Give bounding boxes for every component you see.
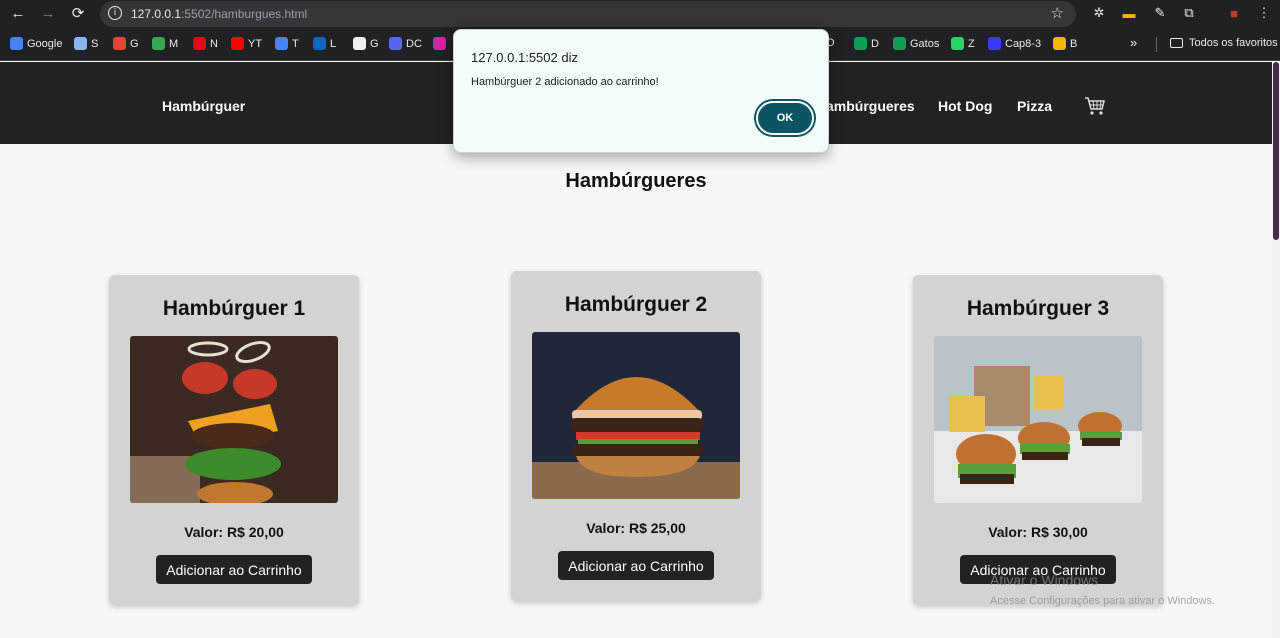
nav-pizza[interactable]: Pizza [1017,98,1052,114]
product-image [934,336,1142,503]
bookmark-gmail[interactable]: G [113,37,139,50]
scrollbar-thumb[interactable] [1273,62,1279,240]
activation-watermark-text: Acesse Configurações para ativar o Windo… [990,595,1215,607]
dialog-title: 127.0.0.1:5502 diz [471,50,578,65]
onedrive-icon [854,37,867,50]
product-price: Valor: R$ 20,00 [184,524,284,540]
s-icon [74,37,87,50]
bookmark-cap8-3[interactable]: Cap8-3 [988,37,1041,50]
bookmark-gatos[interactable]: Gatos [893,37,939,50]
bookmark-linkedin[interactable]: L [313,37,336,50]
dialog-ok-button[interactable]: OK [756,101,814,135]
profile-avatar-icon[interactable]: ■ [1226,5,1242,21]
forward-icon[interactable]: → [38,3,58,23]
instagram-icon [433,37,446,50]
bookmark-github[interactable]: G [353,37,379,50]
extensions-puzzle-icon[interactable]: ⧉ [1181,5,1197,21]
activation-watermark-title: Ativar o Windows [990,572,1099,588]
site-brand[interactable]: Hambúrguer [162,98,245,114]
whatsapp-icon [951,37,964,50]
back-icon[interactable]: ← [8,3,28,23]
b-icon [1053,37,1066,50]
cart-icon[interactable] [1084,96,1106,116]
product-price: Valor: R$ 30,00 [988,524,1088,540]
linkedin-icon [313,37,326,50]
alert-dialog: 127.0.0.1:5502 diz Hambúrguer 2 adiciona… [453,29,829,153]
page-title: Hambúrgueres [565,170,707,192]
bookmark-netflix[interactable]: N [193,37,218,50]
product-image [130,336,338,503]
product-card-2: Hambúrguer 2 Valor: R$ 25,00 Adicionar a… [511,271,761,601]
bookmark-youtube[interactable]: YT [231,37,262,50]
all-bookmarks[interactable]: Todos os favoritos [1170,37,1278,49]
product-name: Hambúrguer 2 [564,293,708,316]
gmail-icon [113,37,126,50]
more-bookmarks-icon[interactable]: » [1130,35,1137,50]
netflix-icon [193,37,206,50]
product-name: Hambúrguer 3 [966,297,1110,320]
address-bar[interactable]: i 127.0.0.1:5502/hamburgues.html ☆ [100,1,1076,27]
bookmark-whatsapp[interactable]: Z [951,37,975,50]
add-to-cart-button[interactable]: Adicionar ao Carrinho [558,551,714,580]
extension-gear-icon[interactable]: ✲ [1091,5,1107,21]
bookmark-s[interactable]: S [74,37,98,50]
reload-icon[interactable]: ⟳ [68,3,88,23]
url-text: 127.0.0.1:5502/hamburgues.html [131,7,308,21]
dialog-message: Hambúrguer 2 adicionado ao carrinho! [471,76,659,88]
folder-icon [1170,38,1183,48]
translate-icon [275,37,288,50]
bookmark-google[interactable]: Google [10,37,62,50]
bookmark-b[interactable]: B [1053,37,1077,50]
extension-folder-icon[interactable]: ▬ [1121,5,1137,21]
nav-hot-dog[interactable]: Hot Dog [938,98,992,114]
menu-kebab-icon[interactable]: ⋮ [1256,5,1272,21]
product-card-1: Hambúrguer 1 Valor: R$ 20,00 Adicionar a… [109,275,359,605]
nav-hamburgueres[interactable]: ambúrgueres [826,98,915,114]
bookmark-translate[interactable]: T [275,37,299,50]
discord-icon [389,37,402,50]
product-image [532,332,740,499]
site-info-icon[interactable]: i [108,6,122,20]
bookmark-onedrive[interactable]: D [854,37,879,50]
bookmark-maps[interactable]: M [152,37,178,50]
google-icon [10,37,23,50]
product-name: Hambúrguer 1 [162,297,306,320]
extension-pen-icon[interactable]: ✎ [1152,5,1168,21]
maps-icon [152,37,165,50]
bookmark-instagram[interactable] [433,37,450,50]
add-to-cart-button[interactable]: Adicionar ao Carrinho [156,555,312,584]
github-icon [353,37,366,50]
product-card-3: Hambúrguer 3 Valor: R$ 30,00 Adicionar a… [913,275,1163,605]
browser-toolbar: ← → ⟳ i 127.0.0.1:5502/hamburgues.html ☆… [0,0,1280,28]
sheets-icon [893,37,906,50]
cap8-icon [988,37,1001,50]
bookmark-star-icon[interactable]: ☆ [1051,4,1064,22]
product-price: Valor: R$ 25,00 [586,520,686,536]
youtube-icon [231,37,244,50]
bookmarks-divider [1156,37,1157,52]
bookmark-discord[interactable]: DC [389,37,422,50]
